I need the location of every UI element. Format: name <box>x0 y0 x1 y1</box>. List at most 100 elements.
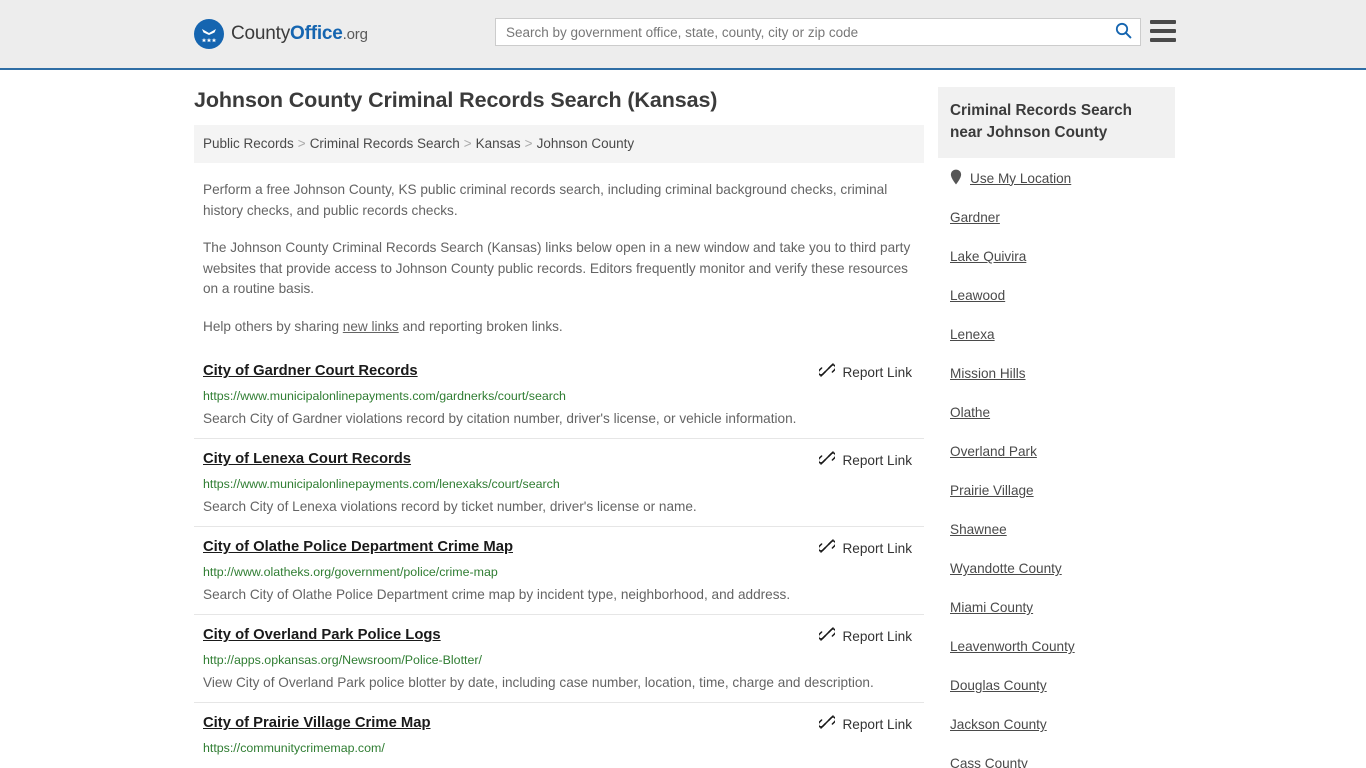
site-header: CountyOffice.org <box>0 0 1366 70</box>
sidebar-links: Use My Location Gardner Lake Quivira Lea… <box>938 158 1175 768</box>
results-list: City of Gardner Court Records Report Lin… <box>194 358 924 765</box>
sidebar-item-use-my-location[interactable]: Use My Location <box>950 158 1163 198</box>
sidebar-link[interactable]: Miami County <box>950 599 1033 617</box>
broken-link-icon <box>818 450 837 471</box>
search-button[interactable] <box>1106 19 1140 45</box>
result-item: City of Overland Park Police Logs Report… <box>194 614 924 702</box>
report-link-label: Report Link <box>842 453 912 468</box>
report-link-label: Report Link <box>842 717 912 732</box>
site-logo-text: CountyOffice.org <box>231 23 368 45</box>
menu-bar-2 <box>1150 29 1176 33</box>
main-content: Johnson County Criminal Records Search (… <box>194 87 924 768</box>
sidebar-header-card: Criminal Records Search near Johnson Cou… <box>938 87 1175 158</box>
result-header: City of Prairie Village Crime Map Report… <box>203 713 918 735</box>
site-logo[interactable]: CountyOffice.org <box>194 19 368 49</box>
report-link-label: Report Link <box>842 541 912 556</box>
sidebar-item-olathe[interactable]: Olathe <box>950 393 1163 432</box>
result-header: City of Gardner Court Records Report Lin… <box>203 361 918 383</box>
sidebar-item-gardner[interactable]: Gardner <box>950 198 1163 237</box>
sidebar-link[interactable]: Prairie Village <box>950 482 1034 500</box>
sidebar-item-lenexa[interactable]: Lenexa <box>950 315 1163 354</box>
sidebar-item-mission-hills[interactable]: Mission Hills <box>950 354 1163 393</box>
use-my-location-link[interactable]: Use My Location <box>970 170 1071 188</box>
report-link-button[interactable]: Report Link <box>818 362 912 383</box>
share-line-after: and reporting broken links. <box>398 318 563 334</box>
report-link-button[interactable]: Report Link <box>818 714 912 735</box>
report-link-button[interactable]: Report Link <box>818 626 912 647</box>
result-url[interactable]: https://www.municipalonlinepayments.com/… <box>203 476 918 492</box>
sidebar-item-wyandotte-county[interactable]: Wyandotte County <box>950 549 1163 588</box>
result-item: City of Olathe Police Department Crime M… <box>194 526 924 614</box>
breadcrumb-item-3[interactable]: Johnson County <box>537 136 635 151</box>
sidebar-link[interactable]: Wyandotte County <box>950 560 1062 578</box>
sidebar-link[interactable]: Overland Park <box>950 443 1037 461</box>
breadcrumb-separator-2: > <box>524 136 533 151</box>
search-icon <box>1115 22 1132 42</box>
sidebar-link[interactable]: Mission Hills <box>950 365 1026 383</box>
result-url[interactable]: http://www.olatheks.org/government/polic… <box>203 564 918 580</box>
sidebar-link[interactable]: Shawnee <box>950 521 1007 539</box>
hamburger-menu-icon[interactable] <box>1150 20 1176 42</box>
result-url[interactable]: https://www.municipalonlinepayments.com/… <box>203 388 918 404</box>
result-url[interactable]: http://apps.opkansas.org/Newsroom/Police… <box>203 652 918 668</box>
sidebar-link[interactable]: Olathe <box>950 404 990 422</box>
result-description: Search City of Olathe Police Department … <box>203 587 791 602</box>
search-bar[interactable] <box>495 18 1141 46</box>
result-url[interactable]: https://communitycrimemap.com/ <box>203 740 918 756</box>
result-title-link[interactable]: City of Overland Park Police Logs <box>203 625 441 645</box>
share-line-before: Help others by sharing <box>203 318 343 334</box>
sidebar-link[interactable]: Cass County <box>950 755 1028 768</box>
sidebar-link[interactable]: Douglas County <box>950 677 1047 695</box>
breadcrumb-item-0[interactable]: Public Records <box>203 136 294 151</box>
sidebar-item-jackson-county[interactable]: Jackson County <box>950 705 1163 744</box>
intro-paragraph-0: Perform a free Johnson County, KS public… <box>203 182 888 218</box>
report-link-button[interactable]: Report Link <box>818 450 912 471</box>
logo-text-org: .org <box>342 26 368 43</box>
result-description: View City of Overland Park police blotte… <box>203 675 874 690</box>
sidebar-item-douglas-county[interactable]: Douglas County <box>950 666 1163 705</box>
sidebar-item-leawood[interactable]: Leawood <box>950 276 1163 315</box>
result-title-link[interactable]: City of Olathe Police Department Crime M… <box>203 537 513 557</box>
eagle-seal-icon <box>194 19 224 49</box>
sidebar-link[interactable]: Leawood <box>950 287 1005 305</box>
result-item: City of Lenexa Court Records Report Link… <box>194 438 924 526</box>
sidebar: Criminal Records Search near Johnson Cou… <box>938 87 1175 768</box>
sidebar-item-miami-county[interactable]: Miami County <box>950 588 1163 627</box>
broken-link-icon <box>818 626 837 647</box>
new-links-link[interactable]: new links <box>343 319 399 334</box>
menu-bar-1 <box>1150 20 1176 24</box>
sidebar-link[interactable]: Lake Quivira <box>950 248 1026 266</box>
sidebar-item-lake-quivira[interactable]: Lake Quivira <box>950 237 1163 276</box>
sidebar-link[interactable]: Jackson County <box>950 716 1047 734</box>
menu-bar-3 <box>1150 38 1176 42</box>
sidebar-link[interactable]: Leavenworth County <box>950 638 1075 656</box>
result-header: City of Olathe Police Department Crime M… <box>203 537 918 559</box>
sidebar-item-leavenworth-county[interactable]: Leavenworth County <box>950 627 1163 666</box>
result-title-link[interactable]: City of Gardner Court Records <box>203 361 418 381</box>
sidebar-link[interactable]: Gardner <box>950 209 1000 227</box>
sidebar-link[interactable]: Lenexa <box>950 326 995 344</box>
result-title-link[interactable]: City of Lenexa Court Records <box>203 449 411 469</box>
sidebar-item-overland-park[interactable]: Overland Park <box>950 432 1163 471</box>
breadcrumb-separator-1: > <box>463 136 472 151</box>
breadcrumb-separator-0: > <box>297 136 306 151</box>
sidebar-item-cass-county[interactable]: Cass County <box>950 744 1163 768</box>
broken-link-icon <box>818 538 837 559</box>
result-header: City of Overland Park Police Logs Report… <box>203 625 918 647</box>
search-input[interactable] <box>496 24 1106 40</box>
result-title-link[interactable]: City of Prairie Village Crime Map <box>203 713 431 733</box>
report-link-label: Report Link <box>842 365 912 380</box>
result-item: City of Gardner Court Records Report Lin… <box>194 358 924 438</box>
sidebar-item-prairie-village[interactable]: Prairie Village <box>950 471 1163 510</box>
broken-link-icon <box>818 714 837 735</box>
intro-paragraph-1: The Johnson County Criminal Records Sear… <box>203 240 911 296</box>
result-description: Search City of Lenexa violations record … <box>203 499 697 514</box>
breadcrumb-item-2[interactable]: Kansas <box>476 136 521 151</box>
sidebar-item-shawnee[interactable]: Shawnee <box>950 510 1163 549</box>
page-title: Johnson County Criminal Records Search (… <box>194 88 718 112</box>
report-link-label: Report Link <box>842 629 912 644</box>
result-header: City of Lenexa Court Records Report Link <box>203 449 918 471</box>
breadcrumb-item-1[interactable]: Criminal Records Search <box>310 136 460 151</box>
report-link-button[interactable]: Report Link <box>818 538 912 559</box>
share-links-line: Help others by sharing new links and rep… <box>203 317 918 338</box>
